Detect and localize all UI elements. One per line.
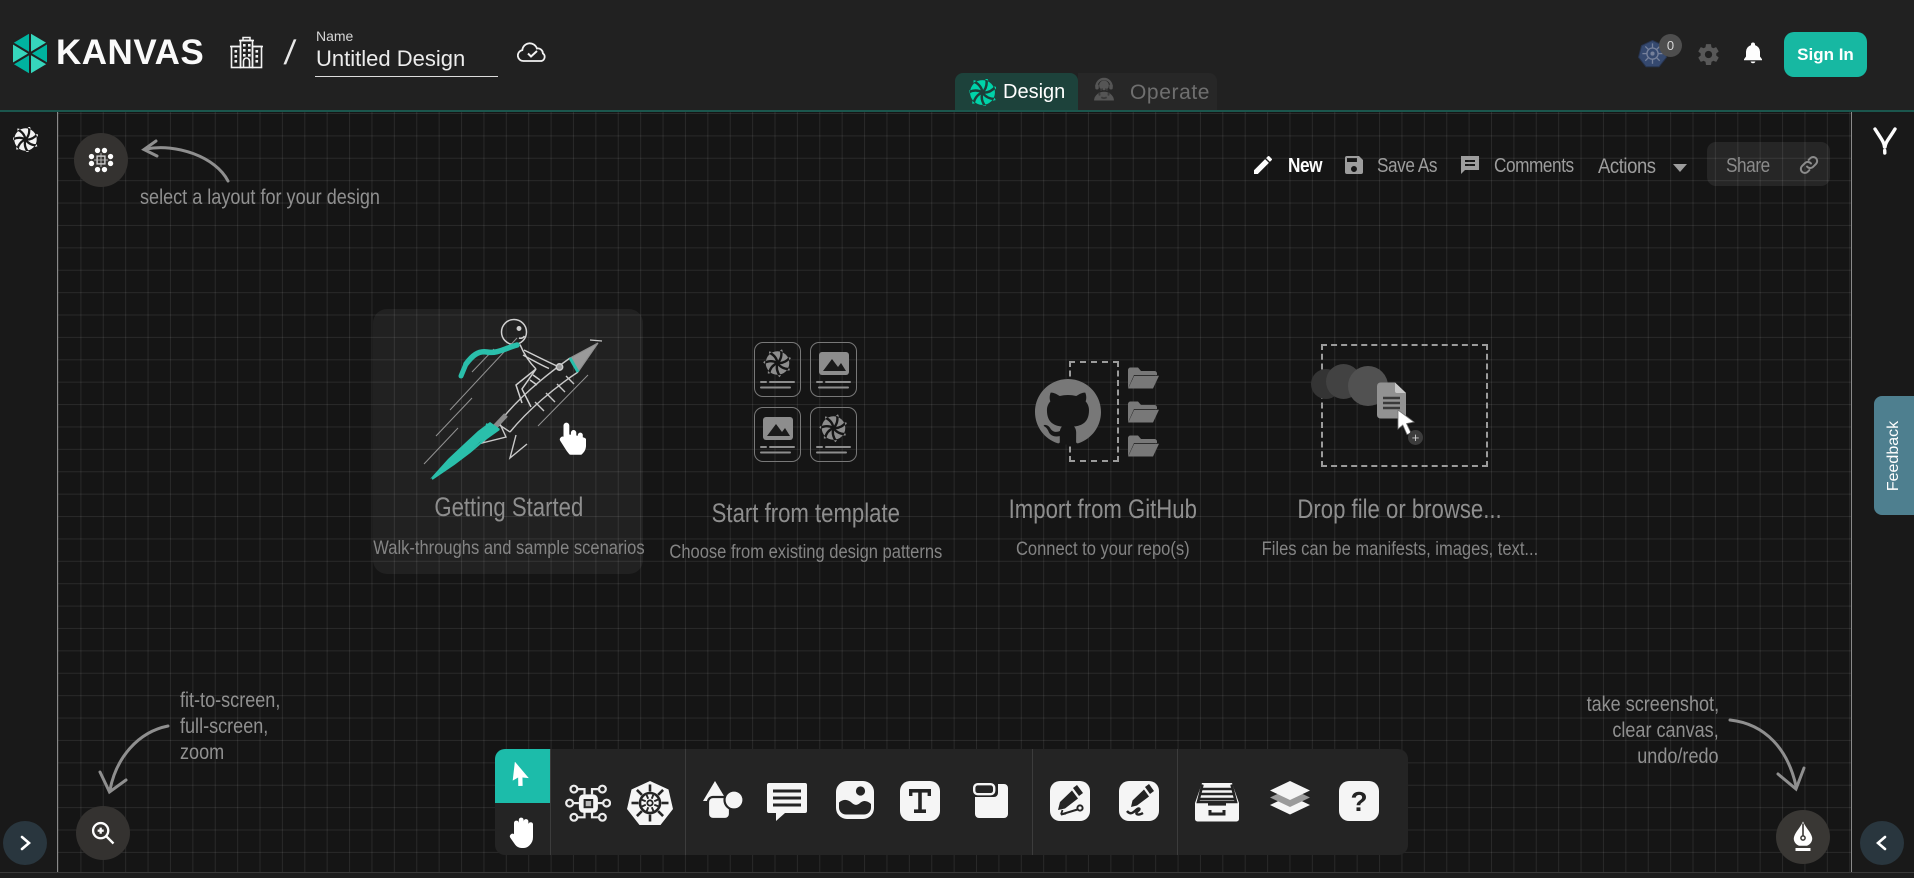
svg-text:?: ? xyxy=(1350,786,1367,817)
